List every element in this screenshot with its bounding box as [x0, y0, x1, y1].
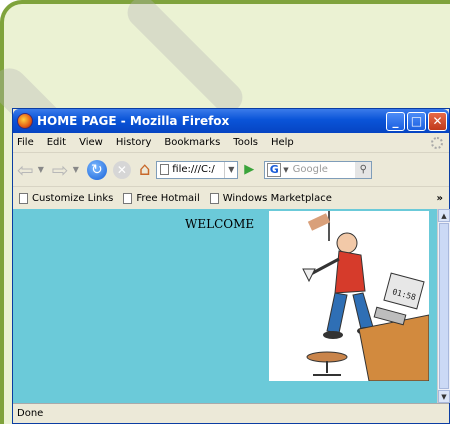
firefox-logo-icon: [17, 113, 33, 129]
reload-button[interactable]: ↻: [86, 159, 107, 180]
page-icon: [19, 192, 28, 204]
stop-button[interactable]: ✕: [112, 160, 131, 179]
browser-window: HOME PAGE - Mozilla Firefox _ □ ✕ File E…: [12, 108, 450, 424]
menu-tools[interactable]: Tools: [233, 137, 258, 148]
bookmark-free-hotmail[interactable]: Free Hotmail: [123, 192, 200, 204]
window-title: HOME PAGE - Mozilla Firefox: [37, 114, 230, 128]
page-content: WELCOME 01:58: [13, 209, 437, 403]
bookmarks-overflow-icon[interactable]: »: [437, 193, 443, 204]
menu-history[interactable]: History: [116, 137, 152, 148]
menu-bookmarks[interactable]: Bookmarks: [164, 137, 220, 148]
page-icon: [160, 164, 170, 175]
title-bar[interactable]: HOME PAGE - Mozilla Firefox _ □ ✕: [13, 109, 449, 133]
scroll-thumb[interactable]: [439, 223, 449, 389]
forward-dropdown-icon[interactable]: ▼: [73, 165, 79, 174]
search-placeholder: Google: [292, 164, 328, 175]
bookmarks-toolbar: Customize Links Free Hotmail Windows Mar…: [13, 187, 449, 210]
navigation-toolbar: ⇦ ▼ ⇨ ▼ ↻ ✕ ⌂ file:///C:/ ▼ ▶ G ▼ Google…: [13, 153, 449, 187]
status-text: Done: [17, 408, 44, 419]
page-icon: [123, 192, 133, 204]
scroll-down-icon[interactable]: ▼: [438, 390, 450, 403]
forward-button[interactable]: ⇨: [52, 158, 69, 182]
window-controls: _ □ ✕: [386, 111, 447, 131]
home-button[interactable]: ⌂: [139, 159, 150, 180]
menu-file[interactable]: File: [17, 137, 34, 148]
bookmark-windows-marketplace[interactable]: Windows Marketplace: [209, 192, 332, 204]
address-bar[interactable]: file:///C:/ ▼: [156, 160, 239, 179]
google-engine-icon[interactable]: G: [267, 162, 282, 177]
menu-edit[interactable]: Edit: [47, 137, 66, 148]
back-button[interactable]: ⇦: [17, 158, 34, 182]
bookmark-label: Free Hotmail: [136, 192, 200, 204]
bookmark-label: Windows Marketplace: [222, 192, 332, 204]
page-heading: WELCOME: [185, 217, 255, 231]
bookmark-customize-links[interactable]: Customize Links: [19, 192, 114, 204]
search-box[interactable]: G ▼ Google ⚲: [264, 160, 373, 179]
menu-help[interactable]: Help: [271, 137, 294, 148]
menu-bar: File Edit View History Bookmarks Tools H…: [13, 133, 449, 153]
minimize-button[interactable]: _: [386, 111, 405, 131]
close-button[interactable]: ✕: [428, 111, 447, 131]
scroll-up-icon[interactable]: ▲: [438, 209, 450, 222]
engine-dropdown-icon[interactable]: ▼: [283, 166, 288, 174]
vertical-scrollbar[interactable]: ▲ ▼: [437, 209, 450, 403]
search-magnifier-icon[interactable]: ⚲: [355, 161, 372, 178]
menu-view[interactable]: View: [79, 137, 103, 148]
go-button[interactable]: ▶: [244, 162, 254, 177]
page-icon: [209, 192, 219, 204]
address-dropdown-icon[interactable]: ▼: [224, 161, 237, 178]
back-dropdown-icon[interactable]: ▼: [38, 165, 44, 174]
cartoon-image: 01:58: [269, 211, 429, 381]
maximize-button[interactable]: □: [407, 111, 426, 131]
activity-throbber-icon: [431, 136, 443, 149]
status-bar: Done: [13, 403, 449, 423]
bookmark-label: Customize Links: [32, 192, 114, 204]
address-value: file:///C:/: [172, 164, 215, 175]
